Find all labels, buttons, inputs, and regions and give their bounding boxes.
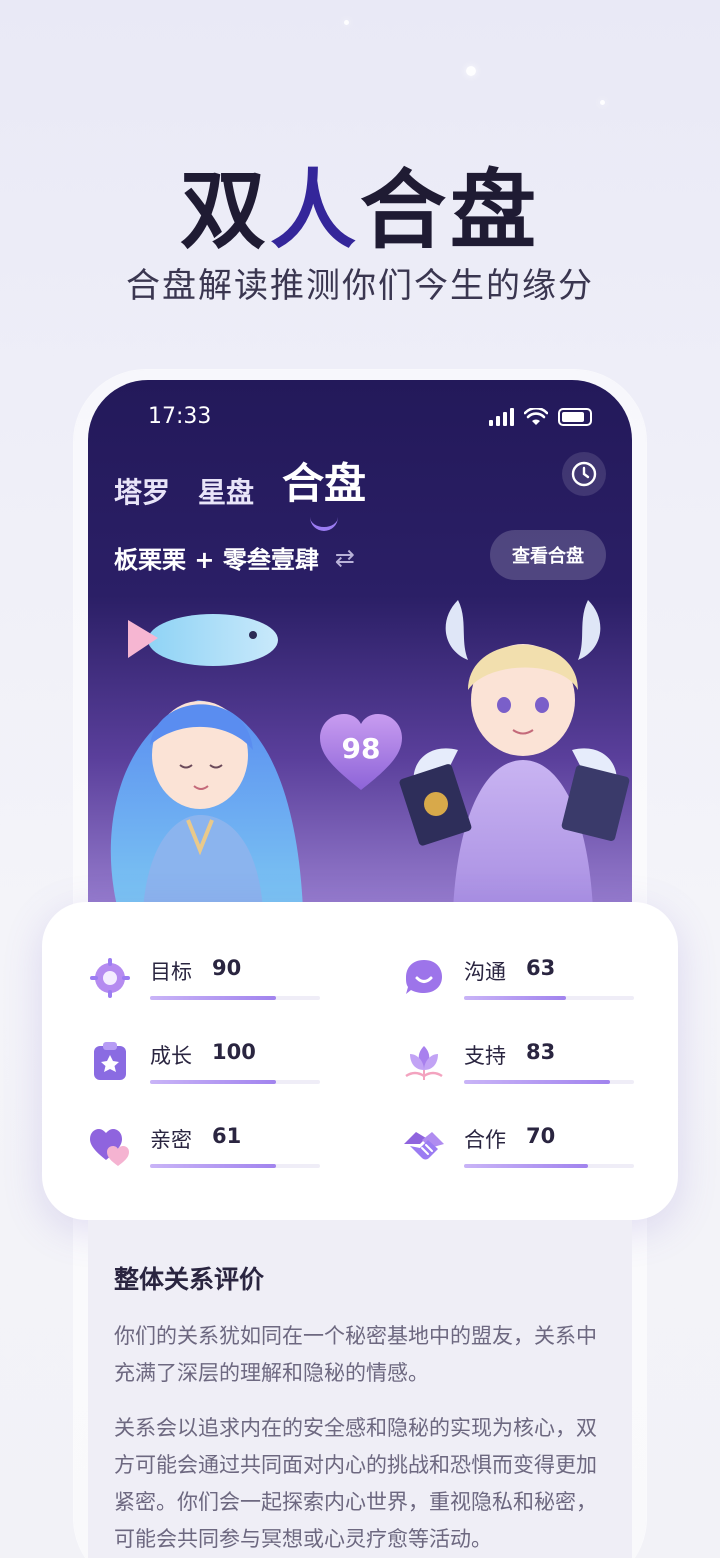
stat-label: 沟通: [464, 960, 506, 984]
angel-boy-illustration: [399, 600, 630, 910]
stat-progress-fill: [464, 1164, 589, 1168]
tab-tarot[interactable]: 塔罗: [114, 471, 170, 511]
overall-evaluation-section: 整体关系评价 你们的关系犹如同在一个秘密基地中的盟友，关系中充满了深层的理解和隐…: [88, 1220, 632, 1558]
match-score: 98: [341, 732, 381, 765]
evaluation-paragraph: 你们的关系犹如同在一个秘密基地中的盟友，关系中充满了深层的理解和隐秘的情感。: [114, 1324, 597, 1385]
stat-intimacy[interactable]: 亲密 61: [88, 1116, 348, 1176]
stat-label: 成长: [150, 1044, 192, 1068]
double-heart-icon: [90, 1129, 129, 1166]
swap-arrows-icon[interactable]: ⇄: [335, 544, 355, 572]
stat-value: 70: [526, 1124, 556, 1148]
stat-progress-fill: [464, 996, 566, 1000]
status-time: 17:33: [148, 404, 212, 429]
stat-value: 61: [212, 1124, 242, 1148]
hero-title-accent: 人: [270, 160, 360, 261]
hero-title: 双人合盘: [0, 140, 720, 265]
stat-communication[interactable]: 沟通 63: [402, 948, 662, 1008]
evaluation-title: 整体关系评价: [114, 1265, 265, 1294]
stat-label: 支持: [464, 1044, 506, 1068]
hero-subtitle: 合盘解读推测你们今生的缘分: [126, 266, 594, 306]
stat-value: 83: [526, 1040, 556, 1064]
stat-growth[interactable]: 成长 100: [88, 1032, 348, 1092]
tab-synastry[interactable]: 合盘: [282, 450, 366, 531]
tab-astrology-chart[interactable]: 星盘: [198, 471, 254, 511]
star-clipboard-icon: [94, 1042, 126, 1080]
stat-progress-track: [464, 1080, 634, 1084]
stat-label: 目标: [150, 960, 192, 984]
stat-support[interactable]: 支持 83: [402, 1032, 662, 1092]
stat-value: 63: [526, 956, 556, 980]
signal-icon: [489, 408, 514, 426]
wifi-icon: [524, 408, 548, 425]
handshake-icon: [404, 1132, 444, 1160]
stat-progress-track: [150, 996, 320, 1000]
pair-selector[interactable]: 板栗栗 + 零叁壹肆 ⇄: [114, 540, 355, 575]
top-tabs: 塔罗 星盘 合盘: [114, 450, 366, 531]
target-icon: [90, 958, 130, 998]
status-icons: [489, 408, 592, 426]
sparkle-decoration: [600, 100, 605, 105]
stat-progress-fill: [464, 1080, 611, 1084]
stat-progress-fill: [150, 1164, 276, 1168]
lotus-icon: [405, 1046, 443, 1080]
compatibility-stats-card: 目标 90 沟通 63 成长 100 支持 83 亲密 61 合作 70: [42, 902, 678, 1220]
stat-cooperation[interactable]: 合作 70: [402, 1116, 662, 1176]
hero-title-part1: 双: [180, 160, 270, 261]
battery-icon: [558, 408, 592, 426]
chat-bubble-icon: [406, 960, 442, 994]
stat-progress-track: [464, 1164, 634, 1168]
header-panel: 17:33 塔罗 星盘 合盘 板栗栗 + 零叁壹肆 ⇄ 查看合盘 98: [88, 380, 632, 920]
pair-names: 板栗栗 + 零叁壹肆: [114, 546, 319, 574]
evaluation-paragraph: 关系会以追求内在的安全感和隐秘的实现为核心，双方可能会通过共同面对内心的挑战和恐…: [114, 1416, 597, 1551]
clock-icon: [571, 461, 597, 487]
stat-goal[interactable]: 目标 90: [88, 948, 348, 1008]
stat-progress-track: [150, 1164, 320, 1168]
view-synastry-button[interactable]: 查看合盘: [490, 530, 606, 580]
sparkle-decoration: [466, 66, 476, 76]
stat-progress-fill: [150, 996, 276, 1000]
hero-title-part2: 合盘: [360, 160, 540, 261]
stat-progress-track: [464, 996, 634, 1000]
sparkle-decoration: [344, 20, 349, 25]
match-score-heart: 98: [316, 708, 406, 798]
stat-value: 100: [212, 1040, 256, 1064]
stat-progress-fill: [150, 1080, 276, 1084]
stat-value: 90: [212, 956, 242, 980]
history-button[interactable]: [562, 452, 606, 496]
pisces-girl-illustration: [110, 614, 303, 910]
stat-label: 合作: [464, 1128, 506, 1152]
stat-label: 亲密: [150, 1128, 192, 1152]
stat-progress-track: [150, 1080, 320, 1084]
